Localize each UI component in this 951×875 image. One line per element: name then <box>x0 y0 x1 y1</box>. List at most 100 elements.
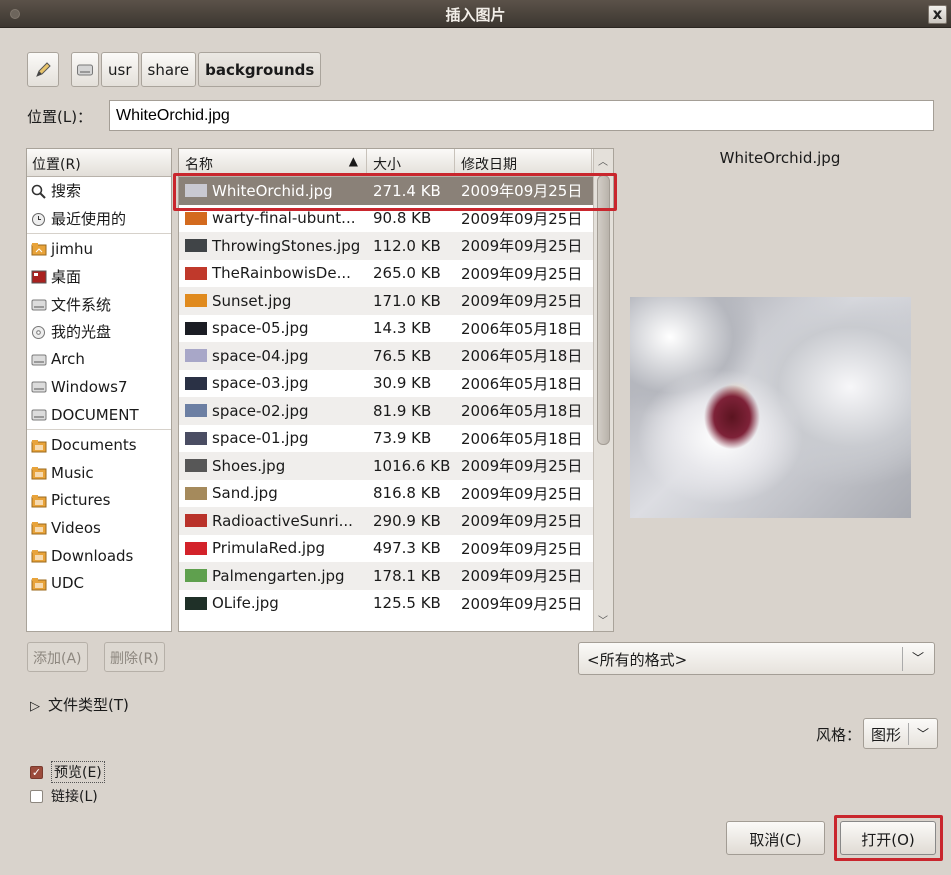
drive-icon <box>31 380 47 393</box>
file-row[interactable]: Shoes.jpg 1016.6 KB 2009年09月25日 <box>179 452 593 480</box>
sidebar-item-music[interactable]: Music <box>27 459 171 487</box>
style-select[interactable]: 图形 ﹀ <box>863 718 938 749</box>
scrollbar-thumb[interactable] <box>597 175 610 445</box>
file-date: 2009年09月25日 <box>461 594 583 613</box>
thumbnail-icon <box>185 431 207 445</box>
folder-icon <box>31 466 47 480</box>
file-date: 2006年05月18日 <box>461 374 583 393</box>
file-row[interactable]: RadioactiveSunri... 290.9 KB 2009年09月25日 <box>179 507 593 535</box>
file-filter-select[interactable]: <所有的格式> ﹀ <box>578 642 935 675</box>
sidebar-item-文件系统[interactable]: 文件系统 <box>27 290 171 318</box>
open-button-highlight <box>834 815 943 861</box>
sidebar-item-jimhu[interactable]: jimhu <box>27 235 171 263</box>
location-label: 位置(L)： <box>27 108 93 126</box>
sidebar-item-label: 我的光盘 <box>51 323 112 342</box>
home-folder-icon <box>31 242 47 256</box>
column-header-name[interactable]: 名称 ▲ <box>179 149 367 176</box>
file-row[interactable]: space-02.jpg 81.9 KB 2006年05月18日 <box>179 397 593 425</box>
places-sidebar: 位置(R) 搜索最近使用的 jimhu 桌面文件系统我的光盘 Arch Windows7… <box>26 148 172 632</box>
file-date: 2006年05月18日 <box>461 402 583 421</box>
sidebar-item-label: 桌面 <box>51 268 82 287</box>
file-row[interactable]: Sunset.jpg 171.0 KB 2009年09月25日 <box>179 287 593 315</box>
drive-icon <box>77 64 93 75</box>
file-type-expander[interactable]: ▷ 文件类型(T) <box>30 694 129 715</box>
sidebar-item-我的光盘[interactable]: 我的光盘 <box>27 318 171 346</box>
disc-icon <box>31 325 46 340</box>
thumbnail-icon <box>185 266 207 280</box>
file-name: Shoes.jpg <box>212 456 286 475</box>
folder-icon <box>31 521 47 535</box>
preview-filename: WhiteOrchid.jpg <box>719 149 841 167</box>
sidebar-item-downloads[interactable]: Downloads <box>27 542 171 570</box>
file-name: TheRainbowisDe... <box>212 264 351 283</box>
file-date: 2006年05月18日 <box>461 347 583 366</box>
file-row[interactable]: ThrowingStones.jpg 112.0 KB 2009年09月25日 <box>179 232 593 260</box>
file-row[interactable]: PrimulaRed.jpg 497.3 KB 2009年09月25日 <box>179 535 593 563</box>
sidebar-item-windows7[interactable]: Windows7 <box>27 373 171 401</box>
chevron-down-icon: ﹀ <box>916 727 929 741</box>
file-row[interactable]: space-01.jpg 73.9 KB 2006年05月18日 <box>179 425 593 453</box>
file-row[interactable]: Sand.jpg 816.8 KB 2009年09月25日 <box>179 480 593 508</box>
path-bar: usr share backgrounds <box>27 52 322 87</box>
file-name: space-02.jpg <box>212 401 309 420</box>
sidebar-item-videos[interactable]: Videos <box>27 514 171 542</box>
path-segment-share[interactable]: share <box>140 52 197 87</box>
thumbnail-icon <box>185 376 207 390</box>
path-segment-backgrounds[interactable]: backgrounds <box>198 52 322 87</box>
thumbnail-icon <box>185 459 207 473</box>
folder-icon <box>31 439 47 453</box>
sidebar-item-udc[interactable]: UDC <box>27 569 171 597</box>
window-title: 插入图片 <box>445 6 506 24</box>
checkmark-icon: ✓ <box>30 765 43 779</box>
link-checkbox[interactable]: 链接(L) <box>30 786 98 806</box>
places-header[interactable]: 位置(R) <box>27 149 171 177</box>
file-row[interactable]: TheRainbowisDe... 265.0 KB 2009年09月25日 <box>179 260 593 288</box>
thumbnail-icon <box>185 596 207 610</box>
file-size: 816.8 KB <box>373 484 441 503</box>
sidebar-item-最近使用的[interactable]: 最近使用的 <box>27 205 171 233</box>
desktop-icon <box>31 270 47 284</box>
column-header-size[interactable]: 大小 <box>367 149 455 176</box>
sidebar-item-label: 搜索 <box>51 182 82 201</box>
file-row[interactable]: space-03.jpg 30.9 KB 2006年05月18日 <box>179 370 593 398</box>
file-date: 2009年09月25日 <box>461 292 583 311</box>
file-row[interactable]: Palmengarten.jpg 178.1 KB 2009年09月25日 <box>179 562 593 590</box>
add-bookmark-button[interactable]: 添加(A) <box>27 642 88 672</box>
sidebar-item-document[interactable]: DOCUMENT <box>27 401 171 429</box>
file-row[interactable]: OLife.jpg 125.5 KB 2009年09月25日 <box>179 590 593 618</box>
sidebar-item-pictures[interactable]: Pictures <box>27 487 171 515</box>
file-date: 2006年05月18日 <box>461 429 583 448</box>
search-icon <box>31 184 46 200</box>
thumbnail-icon <box>185 541 207 555</box>
file-list-scrollbar[interactable]: ︿ ﹀ <box>593 149 613 631</box>
edit-location-button[interactable] <box>27 52 59 87</box>
preview-checkbox[interactable]: ✓ 预览(E) <box>30 761 105 783</box>
filesystem-root-button[interactable] <box>71 52 99 87</box>
scroll-up-icon[interactable]: ︿ <box>598 153 608 168</box>
sidebar-item-label: DOCUMENT <box>51 405 139 424</box>
location-input[interactable] <box>109 100 934 131</box>
path-segment-usr[interactable]: usr <box>101 52 139 87</box>
column-header-date[interactable]: 修改日期 <box>455 149 592 176</box>
sidebar-item-桌面[interactable]: 桌面 <box>27 263 171 291</box>
file-row[interactable]: space-04.jpg 76.5 KB 2006年05月18日 <box>179 342 593 370</box>
file-name: warty-final-ubunt... <box>212 209 356 228</box>
sidebar-item-arch[interactable]: Arch <box>27 346 171 374</box>
sidebar-item-documents[interactable]: Documents <box>27 431 171 459</box>
file-row[interactable]: space-05.jpg 14.3 KB 2006年05月18日 <box>179 315 593 343</box>
thumbnail-icon <box>185 569 207 583</box>
thumbnail-icon <box>185 321 207 335</box>
folder-icon <box>31 577 47 591</box>
scroll-down-icon[interactable]: ﹀ <box>598 612 608 627</box>
sidebar-item-搜索[interactable]: 搜索 <box>27 177 171 205</box>
sidebar-item-label: jimhu <box>51 239 93 258</box>
cancel-button[interactable]: 取消(C) <box>726 821 825 855</box>
remove-bookmark-button[interactable]: 删除(R) <box>104 642 165 672</box>
title-bar: 插入图片 x <box>0 0 951 28</box>
close-button[interactable]: x <box>928 5 947 24</box>
sidebar-item-label: 文件系统 <box>51 295 112 314</box>
file-size: 171.0 KB <box>373 291 441 310</box>
file-size: 125.5 KB <box>373 594 441 613</box>
thumbnail-icon <box>185 239 207 253</box>
sidebar-item-label: Arch <box>51 350 85 369</box>
